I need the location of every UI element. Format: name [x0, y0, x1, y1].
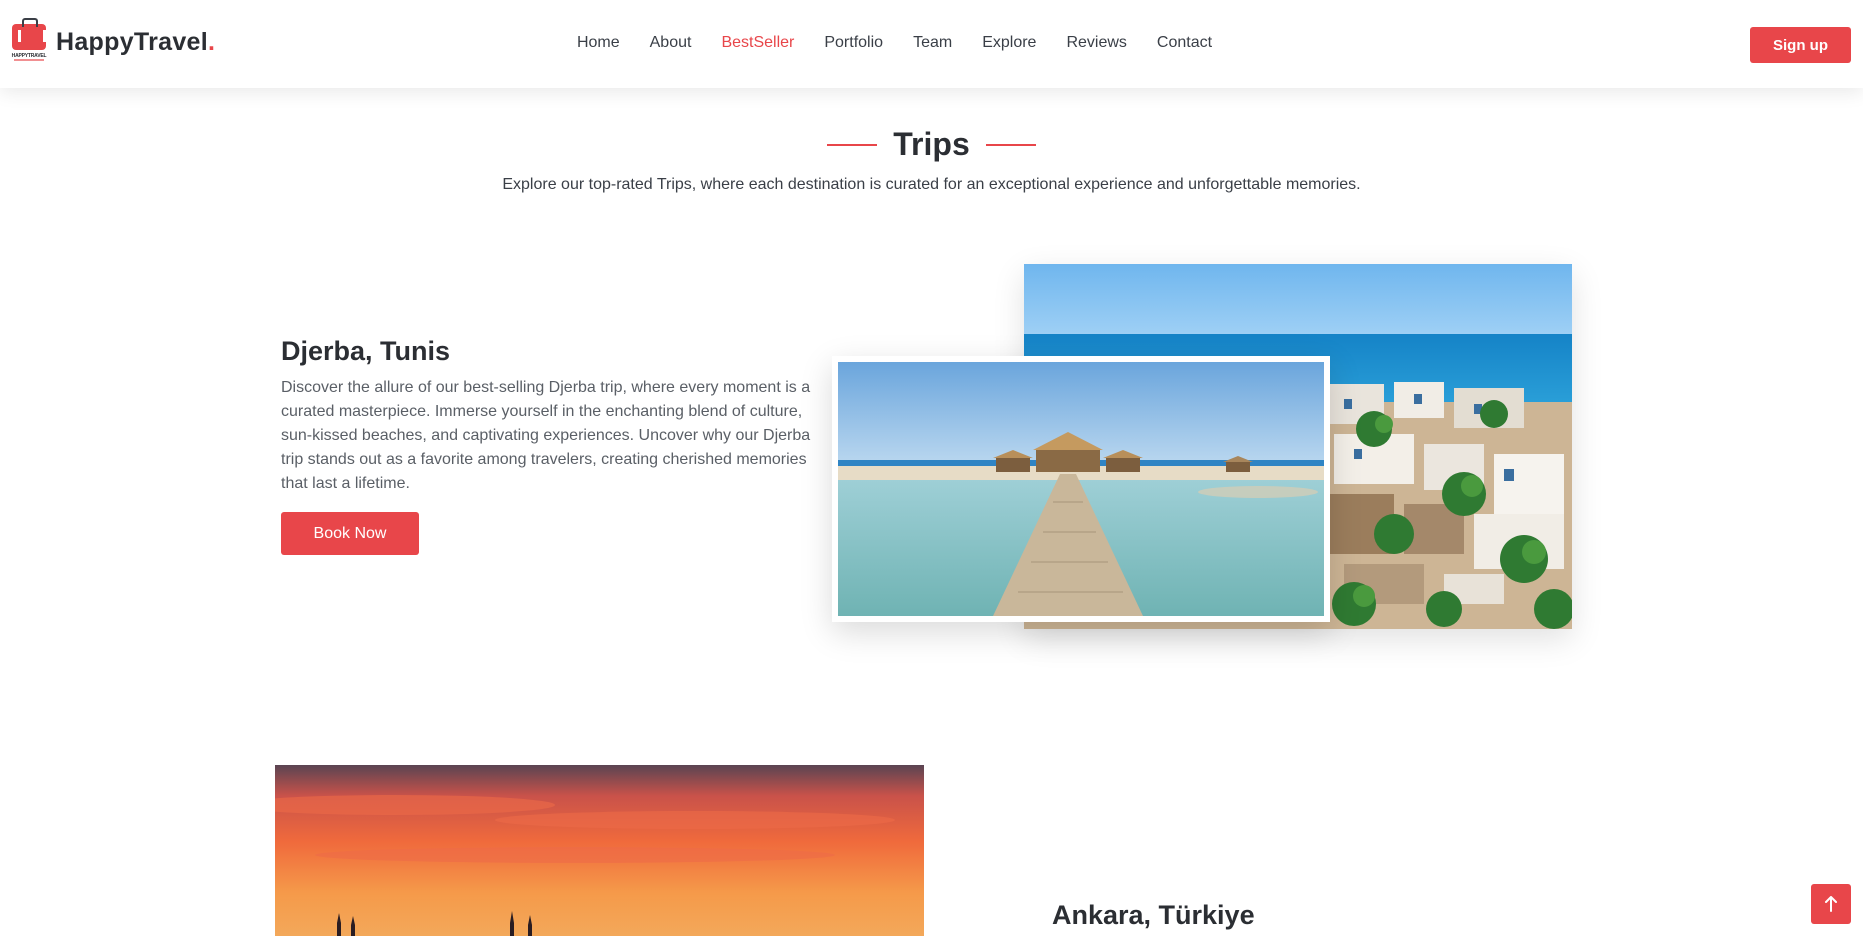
- nav-home[interactable]: Home: [577, 34, 620, 52]
- nav-bestseller[interactable]: BestSeller: [721, 34, 794, 52]
- trip-title-ankara: Ankara, Türkiye: [1052, 900, 1255, 930]
- main-nav: Home About BestSeller Portfolio Team Exp…: [0, 34, 1863, 52]
- nav-contact[interactable]: Contact: [1157, 34, 1212, 52]
- nav-team[interactable]: Team: [913, 34, 952, 52]
- heading-divider-left: [827, 143, 878, 146]
- trip-title-djerba: Djerba, Tunis: [281, 336, 451, 366]
- signup-button[interactable]: Sign up: [1750, 27, 1851, 63]
- site-header: HAPPYTRAVEL HappyTravel. Home About Best…: [0, 0, 1863, 88]
- section-title: Trips: [893, 126, 970, 162]
- book-now-button[interactable]: Book Now: [281, 512, 419, 555]
- nav-explore[interactable]: Explore: [982, 34, 1036, 52]
- nav-reviews[interactable]: Reviews: [1066, 34, 1126, 52]
- arrow-up-icon: [1825, 896, 1837, 912]
- trip-description-djerba: Discover the allure of our best-selling …: [281, 379, 811, 492]
- heading-divider-right: [985, 143, 1036, 146]
- nav-portfolio[interactable]: Portfolio: [824, 34, 883, 52]
- scroll-top-button[interactable]: [1811, 884, 1851, 924]
- nav-about[interactable]: About: [650, 34, 692, 52]
- section-subtitle: Explore our top-rated Trips, where each …: [502, 176, 1361, 193]
- ankara-sunset-image: [275, 765, 924, 936]
- section-heading: Trips: [0, 126, 1863, 163]
- djerba-beach-image: [832, 356, 1330, 622]
